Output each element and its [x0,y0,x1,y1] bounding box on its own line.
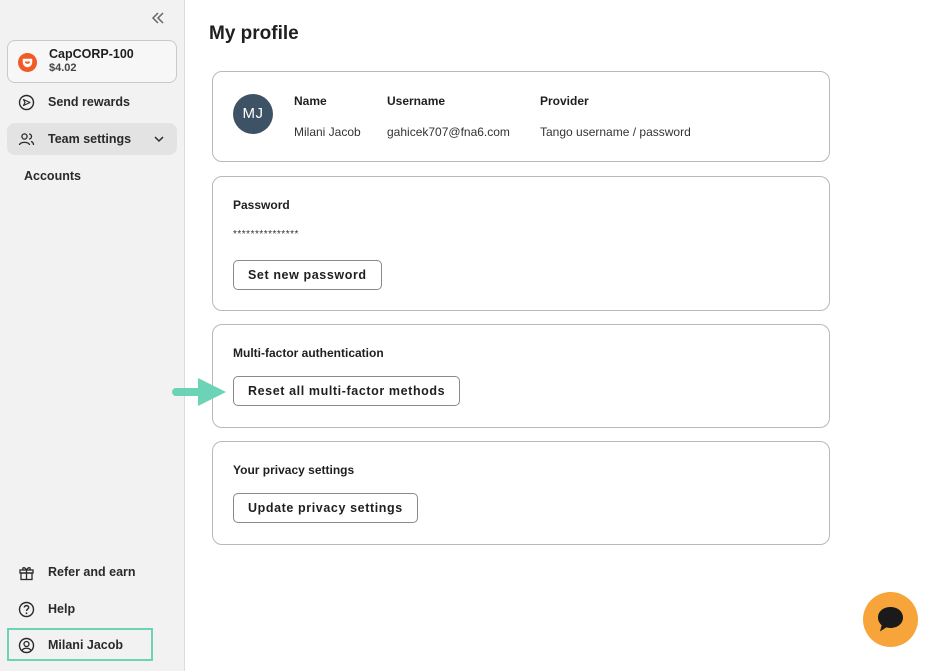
avatar: MJ [233,94,273,134]
help-icon [18,601,35,618]
password-card: Password *************** Set new passwor… [212,176,830,311]
update-privacy-settings-button[interactable]: Update privacy settings [233,493,418,523]
chevron-down-icon [153,133,165,145]
account-name: CapCORP-100 [49,47,134,61]
username-value: gahicek707@fna6.com [387,125,510,139]
chat-bubble-icon [878,607,903,632]
sidebar-item-accounts[interactable]: Accounts [24,169,81,183]
send-icon [18,94,35,111]
provider-value: Tango username / password [540,125,691,139]
sidebar-item-label: Help [48,602,76,616]
masked-password: *************** [233,229,299,240]
sidebar-item-help[interactable]: Help [7,593,177,625]
provider-header: Provider [540,94,589,108]
privacy-card: Your privacy settings Update privacy set… [212,441,830,545]
sidebar-item-label: Refer and earn [48,565,136,579]
username-header: Username [387,94,446,108]
reset-mfa-button[interactable]: Reset all multi-factor methods [233,376,461,406]
pointer-arrow-icon [170,377,228,407]
team-icon [18,131,35,148]
sidebar-item-send-rewards[interactable]: Send rewards [7,86,177,118]
privacy-heading: Your privacy settings [233,463,355,477]
mfa-card: Multi-factor authentication Reset all mu… [212,324,830,428]
account-balance: $4.02 [49,62,77,74]
collapse-sidebar-icon[interactable] [150,10,166,26]
sidebar-item-team-settings[interactable]: Team settings [7,123,177,155]
sidebar-item-refer-and-earn[interactable]: Refer and earn [7,556,177,588]
password-heading: Password [233,198,290,212]
account-switcher[interactable]: CapCORP-100 $4.02 [7,40,177,83]
mfa-heading: Multi-factor authentication [233,346,384,360]
sidebar-item-user-profile[interactable]: Milani Jacob [7,628,153,661]
profile-card: MJ Name Milani Jacob Username gahicek707… [212,71,830,162]
page-title: My profile [209,23,299,44]
user-icon [18,637,35,654]
sidebar: CapCORP-100 $4.02 Send rewards Team sett… [0,0,185,671]
set-new-password-button[interactable]: Set new password [233,260,382,290]
account-logo-icon [18,53,37,72]
name-value: Milani Jacob [294,125,361,139]
gift-icon [18,564,35,581]
sidebar-item-label: Team settings [48,132,132,146]
chat-support-button[interactable] [863,592,918,647]
user-name-label: Milani Jacob [48,638,124,652]
sidebar-item-label: Send rewards [48,95,130,109]
name-header: Name [294,94,327,108]
